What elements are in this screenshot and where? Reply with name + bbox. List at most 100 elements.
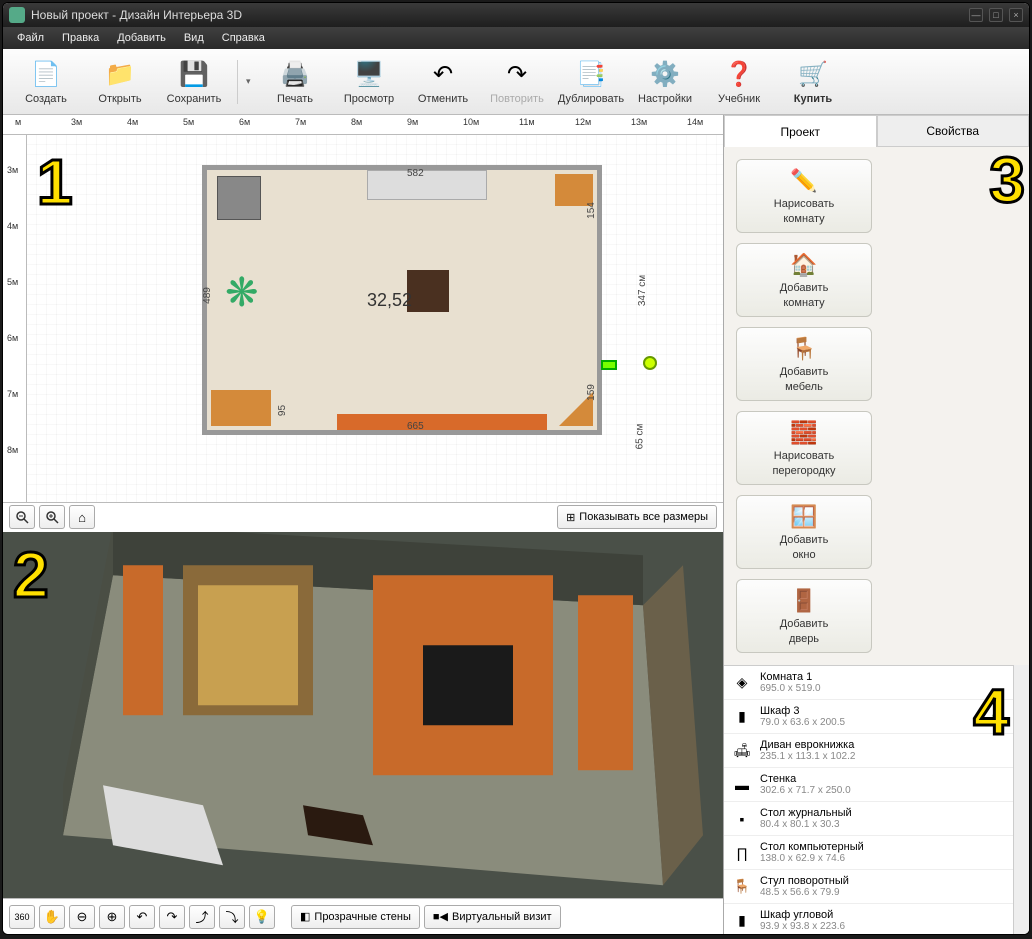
- настройки-icon: ⚙️: [649, 59, 681, 91]
- dim-door: 95: [277, 405, 288, 416]
- ruler-h-tick: 7м: [295, 117, 306, 127]
- minimize-button[interactable]: —: [969, 8, 983, 22]
- room-outline[interactable]: ❋ 32,52 582 489 665 95: [202, 165, 602, 435]
- scene-item-icon: ▮: [732, 707, 752, 727]
- visibility-icon[interactable]: 👁: [991, 710, 1005, 723]
- action-перегородку[interactable]: 🧱Нарисоватьперегородку: [736, 411, 872, 485]
- virtual-visit-label: Виртуальный визит: [452, 911, 552, 923]
- scene-item-dimensions: 695.0 x 519.0: [760, 683, 1005, 694]
- scene-scrollbar[interactable]: [1013, 665, 1029, 934]
- scene-item-icon: ▮: [732, 911, 752, 931]
- tilt-down-button[interactable]: ⤵: [219, 905, 245, 929]
- selected-conditioner[interactable]: [601, 360, 617, 370]
- furniture-palm[interactable]: ❋: [225, 270, 273, 318]
- toolbar-печать[interactable]: 🖨️Печать: [260, 55, 330, 109]
- scene-item[interactable]: ▪Стол журнальный80.4 x 80.1 x 30.3: [724, 802, 1013, 836]
- rotate360-button[interactable]: 360: [9, 905, 35, 929]
- scene-item-icon: ◈: [732, 673, 752, 693]
- scene-item-icon: 🪑: [732, 877, 752, 897]
- action-мебель[interactable]: 🪑Добавитьмебель: [736, 327, 872, 401]
- maximize-button[interactable]: □: [989, 8, 1003, 22]
- action-label: Добавить: [780, 366, 829, 379]
- ruler-v-tick: 4м: [7, 221, 18, 231]
- scene-item-dimensions: 235.1 x 113.1 x 102.2: [760, 751, 1005, 762]
- rotate-ccw-button[interactable]: ↶: [129, 905, 155, 929]
- virtual-visit-button[interactable]: ■◀ Виртуальный визит: [424, 905, 561, 929]
- furniture-wall-unit[interactable]: [337, 414, 547, 430]
- scene-item-icon: ∏: [732, 843, 752, 863]
- купить-icon: 🛒: [797, 59, 829, 91]
- selection-handle[interactable]: [643, 356, 657, 370]
- zoom-out-3d-button[interactable]: ⊖: [69, 905, 95, 929]
- light-button[interactable]: 💡: [249, 905, 275, 929]
- zoom-in-3d-button[interactable]: ⊕: [99, 905, 125, 929]
- menu-help[interactable]: Справка: [214, 29, 273, 47]
- action-комнату[interactable]: ✏️Нарисоватькомнату: [736, 159, 872, 233]
- action-label: окно: [792, 549, 815, 562]
- zoom-out-button[interactable]: [9, 505, 35, 529]
- action-дверь[interactable]: 🚪Добавитьдверь: [736, 579, 872, 653]
- action-окно[interactable]: 🪟Добавитьокно: [736, 495, 872, 569]
- plan-controls: ⌂ ⊞ Показывать все размеры: [3, 502, 723, 532]
- scene-item[interactable]: ▮Шкаф угловой93.9 x 93.8 x 223.6: [724, 904, 1013, 934]
- transparent-walls-label: Прозрачные стены: [314, 911, 410, 923]
- app-icon: [9, 7, 25, 23]
- ruler-h-tick: 12м: [575, 117, 591, 127]
- toolbar-сохранить[interactable]: 💾Сохранить: [159, 55, 229, 109]
- zoom-in-button[interactable]: [39, 505, 65, 529]
- transparent-walls-button[interactable]: ◧ Прозрачные стены: [291, 905, 420, 929]
- toolbar-overflow[interactable]: ▾: [246, 76, 256, 87]
- scene-item-name: Шкаф угловой: [760, 909, 1005, 921]
- scene-item[interactable]: ▮Шкаф 379.0 x 63.6 x 200.5👁: [724, 700, 1013, 734]
- toolbar-настройки[interactable]: ⚙️Настройки: [630, 55, 700, 109]
- scene-item[interactable]: 🛋Диван еврокнижка235.1 x 113.1 x 102.2: [724, 734, 1013, 768]
- toolbar-label: Создать: [25, 93, 67, 105]
- scene-list[interactable]: ◈Комната 1695.0 x 519.0▮Шкаф 379.0 x 63.…: [724, 665, 1013, 934]
- toolbar-отменить[interactable]: ↶Отменить: [408, 55, 478, 109]
- scene-item-dimensions: 138.0 x 62.9 x 74.6: [760, 853, 1005, 864]
- tab-properties[interactable]: Свойства: [877, 115, 1030, 147]
- action-label: Добавить: [780, 618, 829, 631]
- toolbar: 📄Создать📁Открыть💾Сохранить ▾ 🖨️Печать🖥️Про…: [3, 49, 1029, 115]
- toolbar-дублировать[interactable]: 📑Дублировать: [556, 55, 626, 109]
- toolbar-учебник[interactable]: ❓Учебник: [704, 55, 774, 109]
- toolbar-купить[interactable]: 🛒Купить: [778, 55, 848, 109]
- view3d-controls: 360 ✋ ⊖ ⊕ ↶ ↷ ⤴ ⤵ 💡 ◧ Прозрачные стены ■…: [3, 898, 723, 934]
- toolbar-открыть[interactable]: 📁Открыть: [85, 55, 155, 109]
- scene-item-icon: ▬: [732, 775, 752, 795]
- перегородку-icon: 🧱: [789, 418, 819, 448]
- camera-icon: ■◀: [433, 910, 448, 923]
- menu-add[interactable]: Добавить: [109, 29, 174, 47]
- furniture-coffee-table[interactable]: [407, 270, 449, 312]
- furniture-wardrobe[interactable]: [217, 176, 261, 220]
- close-button[interactable]: ×: [1009, 8, 1023, 22]
- toolbar-просмотр[interactable]: 🖥️Просмотр: [334, 55, 404, 109]
- menu-view[interactable]: Вид: [176, 29, 212, 47]
- scene-item[interactable]: 🪑Стул поворотный48.5 x 56.6 x 79.9: [724, 870, 1013, 904]
- scene-item-dimensions: 80.4 x 80.1 x 30.3: [760, 819, 1005, 830]
- rotate-cw-button[interactable]: ↷: [159, 905, 185, 929]
- home-button[interactable]: ⌂: [69, 505, 95, 529]
- toolbar-label: Печать: [277, 93, 313, 105]
- action-комнату[interactable]: 🏠Добавитькомнату: [736, 243, 872, 317]
- menu-edit[interactable]: Правка: [54, 29, 107, 47]
- furniture-sofa[interactable]: [367, 170, 487, 200]
- scene-item[interactable]: ▬Стенка302.6 x 71.7 x 250.0: [724, 768, 1013, 802]
- scene-item[interactable]: ∏Стол компьютерный138.0 x 62.9 x 74.6: [724, 836, 1013, 870]
- menubar: Файл Правка Добавить Вид Справка: [3, 27, 1029, 49]
- scene-item-dimensions: 302.6 x 71.7 x 250.0: [760, 785, 1005, 796]
- pan-button[interactable]: ✋: [39, 905, 65, 929]
- toolbar-создать[interactable]: 📄Создать: [11, 55, 81, 109]
- scene-item[interactable]: ◈Комната 1695.0 x 519.0: [724, 666, 1013, 700]
- menu-file[interactable]: Файл: [9, 29, 52, 47]
- view-3d[interactable]: 2: [3, 532, 723, 899]
- toolbar-повторить[interactable]: ↷Повторить: [482, 55, 552, 109]
- tilt-up-button[interactable]: ⤴: [189, 905, 215, 929]
- scene-item-icon: 🛋: [732, 741, 752, 761]
- tab-project[interactable]: Проект: [724, 115, 877, 147]
- ruler-h-tick: 3м: [71, 117, 82, 127]
- furniture-computer-desk[interactable]: [211, 390, 271, 426]
- show-all-dimensions-button[interactable]: ⊞ Показывать все размеры: [557, 505, 717, 529]
- floorplan-canvas[interactable]: 1 ❋ 32,52 582: [27, 135, 723, 502]
- отменить-icon: ↶: [427, 59, 459, 91]
